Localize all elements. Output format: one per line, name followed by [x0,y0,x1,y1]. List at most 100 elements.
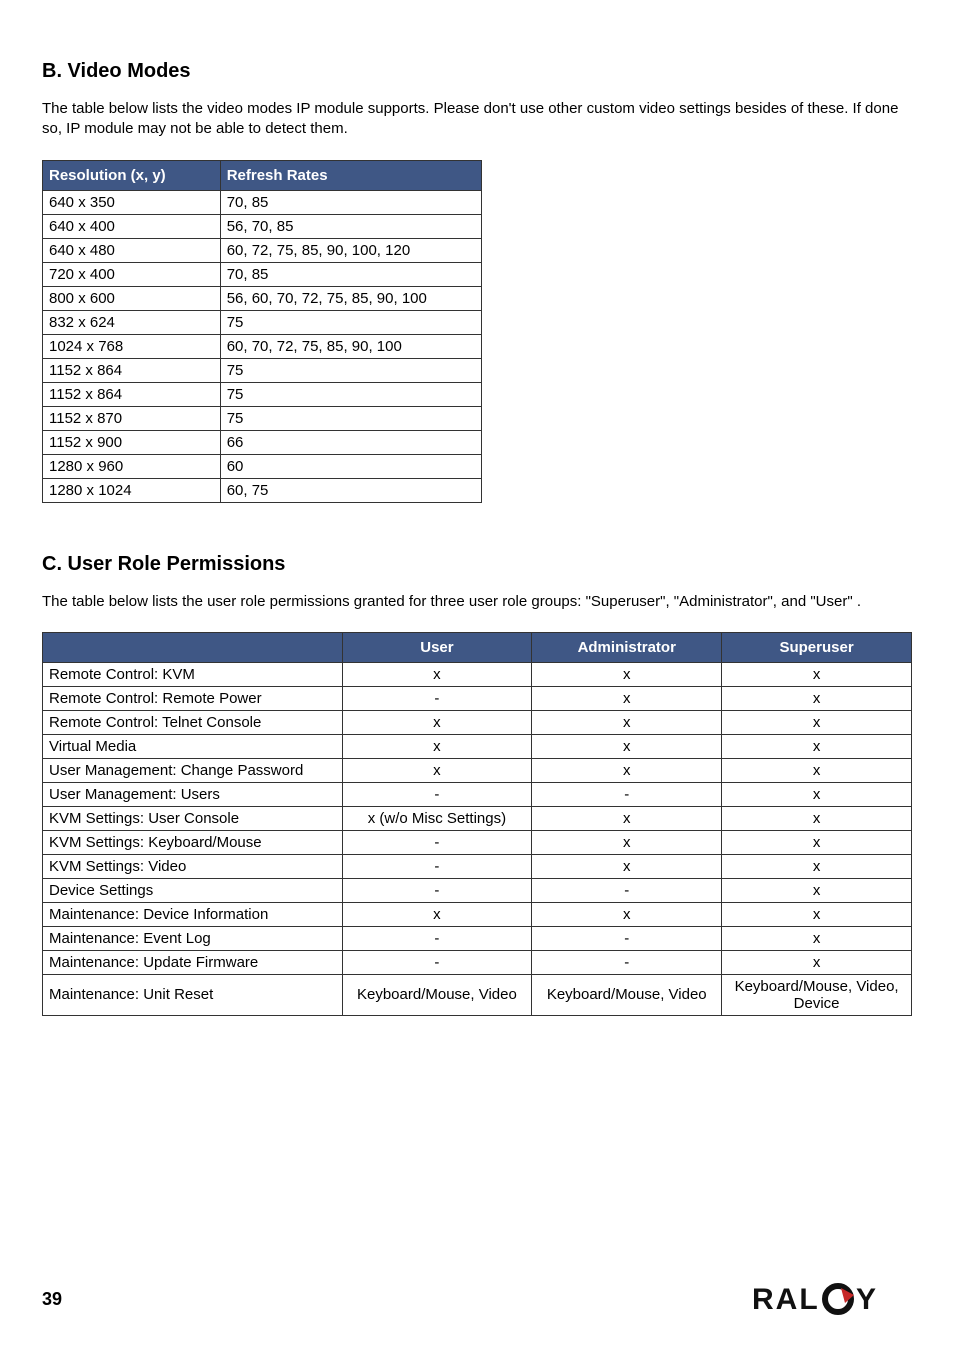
table-cell: - [532,950,722,974]
table-cell: x [722,902,912,926]
table-cell: 1152 x 864 [43,358,221,382]
col-admin: Administrator [532,632,722,662]
table-cell: 640 x 480 [43,238,221,262]
col-superuser: Superuser [722,632,912,662]
table-cell: User Management: Users [43,782,343,806]
table-cell: 720 x 400 [43,262,221,286]
table-row: KVM Settings: Keyboard/Mouse-xx [43,830,912,854]
permissions-table: User Administrator Superuser Remote Cont… [42,632,912,1016]
table-cell: 640 x 350 [43,190,221,214]
table-cell: - [342,686,532,710]
table-cell: Keyboard/Mouse, Video [532,974,722,1015]
table-cell: x (w/o Misc Settings) [342,806,532,830]
brand-logo: RAL Y [752,1282,912,1316]
table-cell: - [532,782,722,806]
table-cell: x [722,950,912,974]
table-row: 1152 x 87075 [43,406,482,430]
table-row: 800 x 60056, 60, 70, 72, 75, 85, 90, 100 [43,286,482,310]
table-cell: 1152 x 870 [43,406,221,430]
table-cell: 75 [220,382,481,406]
col-refresh: Refresh Rates [220,160,481,190]
table-row: 1280 x 96060 [43,454,482,478]
table-row: 1152 x 86475 [43,382,482,406]
table-cell: x [722,782,912,806]
table-row: Device Settings--x [43,878,912,902]
table-cell: - [342,878,532,902]
table-cell: 70, 85 [220,262,481,286]
table-cell: 75 [220,310,481,334]
table-cell: x [722,734,912,758]
section-b-intro: The table below lists the video modes IP… [42,99,912,140]
table-cell: x [722,710,912,734]
table-cell: Virtual Media [43,734,343,758]
table-cell: x [532,662,722,686]
table-header-row: Resolution (x, y) Refresh Rates [43,160,482,190]
table-row: 640 x 35070, 85 [43,190,482,214]
table-row: 640 x 40056, 70, 85 [43,214,482,238]
table-cell: KVM Settings: Video [43,854,343,878]
table-row: 1280 x 102460, 75 [43,478,482,502]
table-cell: KVM Settings: Keyboard/Mouse [43,830,343,854]
table-cell: 75 [220,406,481,430]
table-cell: x [722,878,912,902]
table-row: Maintenance: Update Firmware--x [43,950,912,974]
table-row: KVM Settings: Video-xx [43,854,912,878]
col-feature [43,632,343,662]
table-cell: - [342,854,532,878]
table-cell: x [532,710,722,734]
table-cell: x [722,854,912,878]
table-cell: 75 [220,358,481,382]
table-row: Maintenance: Unit Reset Keyboard/Mouse, V… [43,974,912,1015]
table-cell: x [342,902,532,926]
table-cell: Maintenance: Unit Reset [43,974,343,1015]
table-cell: 640 x 400 [43,214,221,238]
table-cell: x [722,806,912,830]
table-row: Remote Control: KVMxxx [43,662,912,686]
table-cell: 60, 70, 72, 75, 85, 90, 100 [220,334,481,358]
table-cell: x [342,758,532,782]
table-row: 832 x 62475 [43,310,482,334]
video-modes-table: Resolution (x, y) Refresh Rates 640 x 35… [42,160,482,503]
table-cell: - [532,878,722,902]
table-cell: - [342,950,532,974]
table-row: 1024 x 76860, 70, 72, 75, 85, 90, 100 [43,334,482,358]
table-cell: 1280 x 1024 [43,478,221,502]
table-cell: - [532,926,722,950]
table-cell: Remote Control: Telnet Console [43,710,343,734]
table-cell: 60, 75 [220,478,481,502]
table-cell: 1152 x 900 [43,430,221,454]
svg-text:Y: Y [856,1283,878,1316]
section-b-heading: B. Video Modes [42,60,912,83]
table-cell: Maintenance: Update Firmware [43,950,343,974]
table-cell: 1024 x 768 [43,334,221,358]
table-row: KVM Settings: User Consolex (w/o Misc Se… [43,806,912,830]
table-cell: User Management: Change Password [43,758,343,782]
page-footer: 39 RAL Y [42,1282,912,1316]
table-cell: Remote Control: Remote Power [43,686,343,710]
page: B. Video Modes The table below lists the… [0,0,954,1350]
table-cell: 832 x 624 [43,310,221,334]
table-cell: x [342,734,532,758]
table-cell: 56, 60, 70, 72, 75, 85, 90, 100 [220,286,481,310]
table-cell: x [532,806,722,830]
section-c-heading: C. User Role Permissions [42,553,912,576]
table-cell: - [342,782,532,806]
table-cell: 70, 85 [220,190,481,214]
table-cell: 56, 70, 85 [220,214,481,238]
table-cell: x [532,686,722,710]
table-cell: Maintenance: Event Log [43,926,343,950]
table-row: 720 x 40070, 85 [43,262,482,286]
table-cell: x [532,902,722,926]
table-row: 1152 x 86475 [43,358,482,382]
table-cell: 1152 x 864 [43,382,221,406]
table-header-row: User Administrator Superuser [43,632,912,662]
table-cell: 1280 x 960 [43,454,221,478]
col-user: User [342,632,532,662]
table-cell: x [722,662,912,686]
table-cell: 60 [220,454,481,478]
table-cell: - [342,926,532,950]
col-resolution: Resolution (x, y) [43,160,221,190]
table-cell: x [532,758,722,782]
table-cell: x [532,854,722,878]
table-row: User Management: Users--x [43,782,912,806]
